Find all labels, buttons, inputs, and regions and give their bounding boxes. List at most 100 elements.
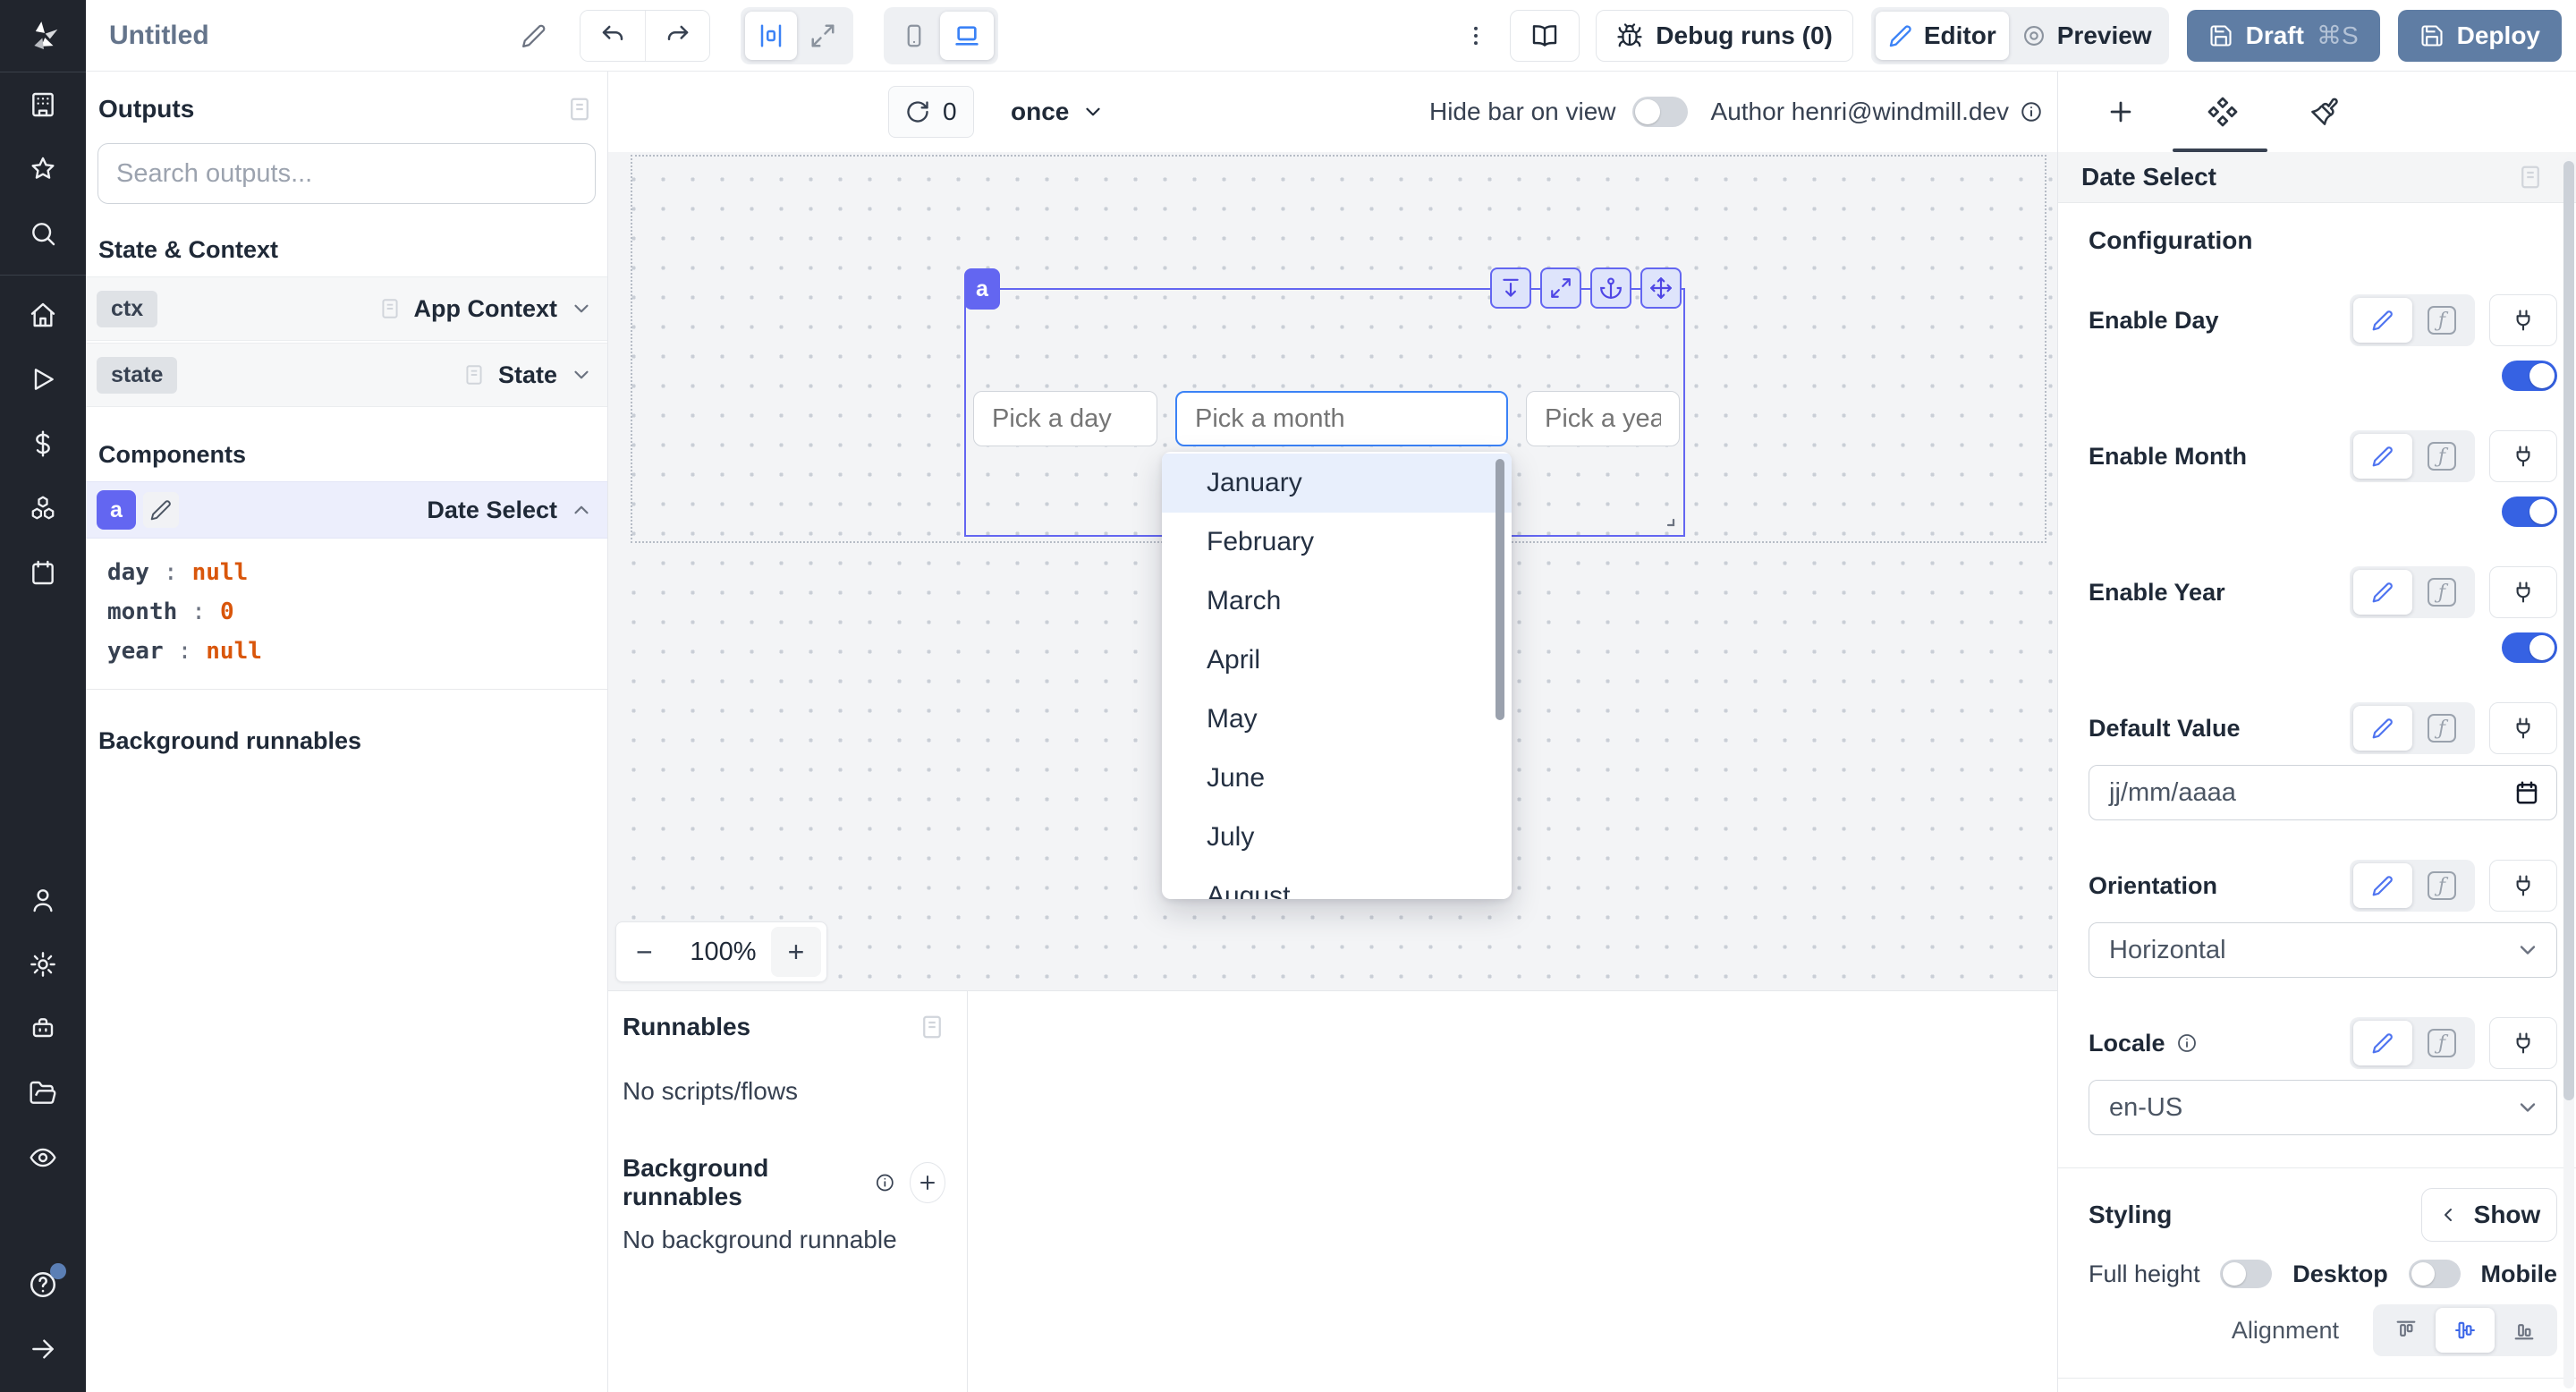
settings-scrollbar-track[interactable]	[2563, 157, 2574, 1388]
info-icon[interactable]	[2020, 100, 2043, 123]
year-input[interactable]	[1526, 391, 1680, 446]
output-prop-line[interactable]: month:0	[107, 592, 607, 632]
robot-icon[interactable]	[23, 1009, 63, 1048]
refresh-count-button[interactable]: 0	[888, 86, 974, 138]
component-row-a[interactable]: a Date Select	[86, 481, 607, 539]
output-row[interactable]: state State	[86, 343, 607, 407]
undo-button[interactable]	[580, 11, 645, 61]
zoom-out-button[interactable]: −	[636, 936, 675, 969]
month-option[interactable]: June	[1162, 749, 1512, 808]
redo-button[interactable]	[645, 11, 709, 61]
desktop-toggle[interactable]	[2409, 1260, 2461, 1288]
gear-icon[interactable]	[23, 945, 63, 984]
refresh-mode-select[interactable]: once	[1011, 86, 1105, 138]
draft-button[interactable]: Draft ⌘S	[2187, 10, 2380, 62]
static-value-pencil-icon[interactable]	[2353, 863, 2412, 908]
insert-component-tab-plus-icon[interactable]	[2105, 96, 2137, 128]
connect-plug-icon[interactable]	[2489, 1017, 2557, 1069]
month-option[interactable]: February	[1162, 513, 1512, 572]
styling-tab-brush-icon[interactable]	[2309, 96, 2341, 128]
static-value-pencil-icon[interactable]	[2353, 434, 2412, 479]
month-option[interactable]: May	[1162, 690, 1512, 749]
fx-expression-icon[interactable]: ƒ	[2412, 434, 2471, 479]
align-bottom-icon[interactable]	[2495, 1308, 2554, 1353]
fx-expression-icon[interactable]: ƒ	[2412, 298, 2471, 343]
outputs-doc-icon[interactable]	[566, 96, 593, 123]
dropdown-scrollbar[interactable]	[1496, 459, 1504, 720]
app-canvas[interactable]: a	[608, 152, 2057, 990]
connect-plug-icon[interactable]	[2489, 860, 2557, 912]
static-value-pencil-icon[interactable]	[2353, 570, 2412, 615]
centered-layout-button[interactable]	[745, 12, 797, 60]
chevron-down-icon[interactable]	[570, 297, 593, 320]
resize-handle-icon[interactable]	[1660, 512, 1676, 528]
expand-down-icon[interactable]	[1490, 267, 1531, 309]
more-options-menu[interactable]	[1458, 23, 1494, 48]
output-row[interactable]: ctx App Context	[86, 276, 607, 341]
fx-expression-icon[interactable]: ƒ	[2412, 863, 2471, 908]
month-option[interactable]: August	[1162, 867, 1512, 899]
info-icon[interactable]	[875, 1171, 895, 1194]
output-prop-line[interactable]: day:null	[107, 553, 607, 592]
settings-doc-icon[interactable]	[2517, 164, 2544, 191]
expand-icon[interactable]	[1540, 267, 1581, 309]
day-input[interactable]	[973, 391, 1157, 446]
eye-icon[interactable]	[23, 1138, 63, 1177]
calendar-picker-icon[interactable]	[2513, 779, 2540, 806]
connect-plug-icon[interactable]	[2489, 430, 2557, 482]
boxes-icon[interactable]	[23, 488, 63, 528]
static-value-pencil-icon[interactable]	[2353, 298, 2412, 343]
fx-expression-icon[interactable]: ƒ	[2412, 570, 2471, 615]
month-option[interactable]: July	[1162, 808, 1512, 867]
editor-tab[interactable]: Editor	[1876, 12, 2009, 60]
locale-select[interactable]: en-US	[2089, 1080, 2557, 1135]
info-icon[interactable]	[2176, 1032, 2198, 1054]
folder-open-icon[interactable]	[23, 1074, 63, 1113]
desktop-view-button[interactable]	[940, 12, 994, 60]
help-icon[interactable]	[23, 1265, 63, 1304]
outputs-search-input[interactable]	[116, 159, 577, 189]
connect-plug-icon[interactable]	[2489, 294, 2557, 346]
chevron-up-icon[interactable]	[570, 498, 593, 522]
static-value-pencil-icon[interactable]	[2353, 706, 2412, 751]
component-settings-tab-icon[interactable]	[2207, 96, 2239, 128]
month-input[interactable]	[1175, 391, 1508, 446]
preview-tab[interactable]: Preview	[2009, 12, 2165, 60]
chevron-down-icon[interactable]	[570, 363, 593, 386]
output-prop-line[interactable]: year:null	[107, 632, 607, 671]
mobile-view-button[interactable]	[888, 12, 940, 60]
month-option[interactable]: March	[1162, 572, 1512, 631]
connect-plug-icon[interactable]	[2489, 702, 2557, 754]
enable-toggle[interactable]	[2502, 497, 2557, 527]
search-icon[interactable]	[23, 214, 63, 253]
debug-runs-button[interactable]: Debug runs (0)	[1596, 10, 1853, 62]
component-edit-pencil-icon[interactable]	[143, 492, 179, 528]
move-icon[interactable]	[1640, 267, 1682, 309]
settings-scrollbar-thumb[interactable]	[2563, 161, 2574, 1100]
anchor-icon[interactable]	[1590, 267, 1631, 309]
styling-show-button[interactable]: Show	[2421, 1188, 2557, 1242]
default-value-date-input[interactable]: jj/mm/aaaa	[2089, 765, 2557, 820]
static-value-pencil-icon[interactable]	[2353, 1021, 2412, 1065]
add-background-runnable-button[interactable]	[910, 1162, 945, 1203]
month-option[interactable]: April	[1162, 631, 1512, 690]
full-width-layout-button[interactable]	[797, 12, 849, 60]
collapse-arrow-icon[interactable]	[23, 1329, 63, 1369]
fx-expression-icon[interactable]: ƒ	[2412, 706, 2471, 751]
star-icon[interactable]	[23, 149, 63, 189]
enable-toggle[interactable]	[2502, 632, 2557, 663]
enable-toggle[interactable]	[2502, 361, 2557, 391]
full-height-toggle[interactable]	[2220, 1260, 2272, 1288]
orientation-select[interactable]: Horizontal	[2089, 922, 2557, 978]
home-icon[interactable]	[23, 295, 63, 335]
align-center-icon[interactable]	[2436, 1308, 2495, 1353]
runnables-doc-icon[interactable]	[919, 1014, 945, 1040]
docs-button[interactable]	[1510, 10, 1580, 62]
connect-plug-icon[interactable]	[2489, 566, 2557, 618]
building-icon[interactable]	[23, 85, 63, 124]
outputs-search[interactable]	[97, 143, 596, 204]
hide-bar-toggle[interactable]	[1632, 97, 1688, 127]
calendar-icon[interactable]	[23, 553, 63, 592]
fx-expression-icon[interactable]: ƒ	[2412, 1021, 2471, 1065]
user-icon[interactable]	[23, 880, 63, 920]
